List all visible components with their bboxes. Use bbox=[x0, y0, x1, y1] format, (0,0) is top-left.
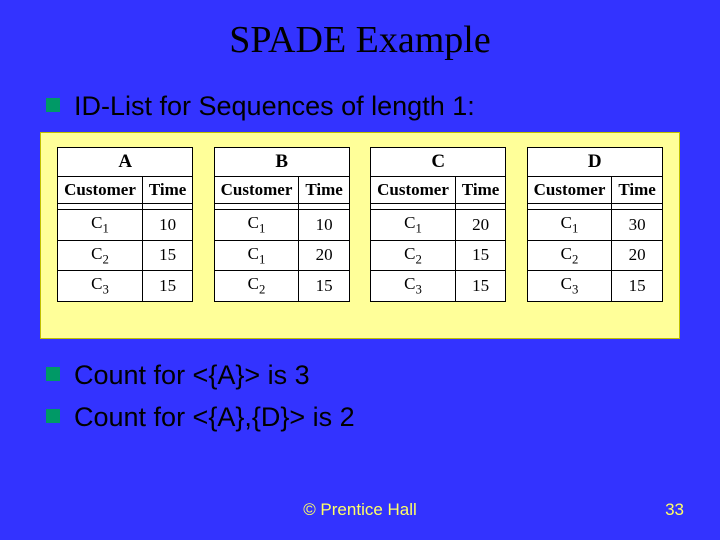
cust-cell: C bbox=[404, 213, 415, 232]
table-row: C3 15 bbox=[58, 271, 193, 301]
table-D: D Customer Time C1 30 C2 20 C3 15 bbox=[527, 147, 663, 301]
time-cell: 15 bbox=[455, 240, 505, 270]
col-time: Time bbox=[455, 177, 505, 204]
cust-cell: C bbox=[561, 274, 572, 293]
table-row: C1 10 bbox=[214, 210, 349, 240]
time-cell: 15 bbox=[455, 271, 505, 301]
cust-sub: 2 bbox=[259, 283, 265, 297]
cust-cell: C bbox=[248, 213, 259, 232]
slide: SPADE Example ID-List for Sequences of l… bbox=[0, 0, 720, 540]
table-row: C2 15 bbox=[58, 240, 193, 270]
time-cell: 30 bbox=[612, 210, 662, 240]
cust-sub: 3 bbox=[102, 283, 108, 297]
time-cell: 20 bbox=[299, 240, 349, 270]
bullet-item-1: ID-List for Sequences of length 1: bbox=[40, 90, 680, 122]
footer-copyright: © Prentice Hall bbox=[0, 500, 720, 520]
cust-sub: 1 bbox=[102, 222, 108, 236]
page-number: 33 bbox=[665, 500, 684, 520]
time-cell: 10 bbox=[299, 210, 349, 240]
table-B: B Customer Time C1 10 C1 20 C2 15 bbox=[214, 147, 350, 301]
time-cell: 20 bbox=[612, 240, 662, 270]
bullet-text: Count for <{A}> is 3 bbox=[74, 359, 310, 391]
table-row: C3 15 bbox=[527, 271, 662, 301]
cust-sub: 1 bbox=[259, 222, 265, 236]
bullet-text: ID-List for Sequences of length 1: bbox=[74, 90, 475, 122]
table-A: A Customer Time C1 10 C2 15 C3 15 bbox=[57, 147, 193, 301]
time-cell: 20 bbox=[455, 210, 505, 240]
col-customer: Customer bbox=[527, 177, 612, 204]
time-cell: 15 bbox=[612, 271, 662, 301]
time-cell: 15 bbox=[299, 271, 349, 301]
table-label: B bbox=[214, 148, 349, 177]
cust-cell: C bbox=[91, 213, 102, 232]
table-row: C2 15 bbox=[214, 271, 349, 301]
table-row: C1 20 bbox=[371, 210, 506, 240]
table-label: A bbox=[58, 148, 193, 177]
table-C: C Customer Time C1 20 C2 15 C3 15 bbox=[370, 147, 506, 301]
time-cell: 15 bbox=[142, 240, 192, 270]
col-customer: Customer bbox=[214, 177, 299, 204]
time-cell: 15 bbox=[142, 271, 192, 301]
id-list-tables: A Customer Time C1 10 C2 15 C3 15 bbox=[40, 132, 680, 338]
bullet-item-2: Count for <{A}> is 3 bbox=[40, 359, 680, 391]
table-row: C1 30 bbox=[527, 210, 662, 240]
cust-cell: C bbox=[248, 244, 259, 263]
table-row: C1 20 bbox=[214, 240, 349, 270]
col-time: Time bbox=[612, 177, 662, 204]
cust-cell: C bbox=[91, 274, 102, 293]
cust-cell: C bbox=[561, 213, 572, 232]
cust-sub: 1 bbox=[415, 222, 421, 236]
time-cell: 10 bbox=[142, 210, 192, 240]
cust-sub: 3 bbox=[572, 283, 578, 297]
table-row: C3 15 bbox=[371, 271, 506, 301]
square-bullet-icon bbox=[46, 409, 60, 423]
cust-cell: C bbox=[404, 244, 415, 263]
square-bullet-icon bbox=[46, 367, 60, 381]
cust-sub: 2 bbox=[572, 252, 578, 266]
bullet-item-3: Count for <{A},{D}> is 2 bbox=[40, 401, 680, 433]
cust-cell: C bbox=[404, 274, 415, 293]
col-time: Time bbox=[142, 177, 192, 204]
cust-sub: 1 bbox=[572, 222, 578, 236]
table-row: C2 20 bbox=[527, 240, 662, 270]
square-bullet-icon bbox=[46, 98, 60, 112]
cust-sub: 2 bbox=[102, 252, 108, 266]
table-row: C1 10 bbox=[58, 210, 193, 240]
cust-cell: C bbox=[91, 244, 102, 263]
cust-sub: 1 bbox=[259, 252, 265, 266]
col-customer: Customer bbox=[58, 177, 143, 204]
bullet-text: Count for <{A},{D}> is 2 bbox=[74, 401, 355, 433]
table-label: D bbox=[527, 148, 662, 177]
col-customer: Customer bbox=[371, 177, 456, 204]
cust-cell: C bbox=[561, 244, 572, 263]
table-label: C bbox=[371, 148, 506, 177]
cust-cell: C bbox=[248, 274, 259, 293]
table-row: C2 15 bbox=[371, 240, 506, 270]
cust-sub: 3 bbox=[415, 283, 421, 297]
col-time: Time bbox=[299, 177, 349, 204]
slide-title: SPADE Example bbox=[40, 18, 680, 62]
cust-sub: 2 bbox=[415, 252, 421, 266]
